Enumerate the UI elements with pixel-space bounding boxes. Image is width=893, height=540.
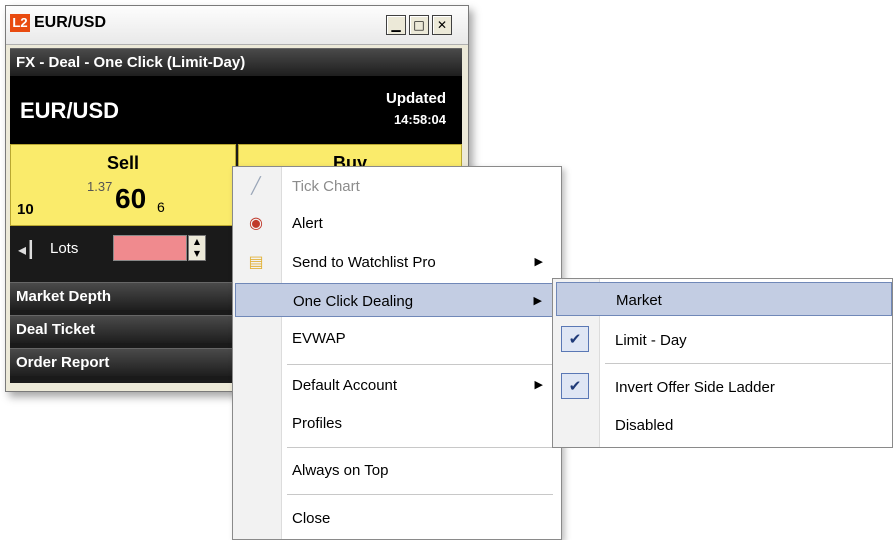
submenu-item-invert-offer-side-ladder[interactable]: ✔ Invert Offer Side Ladder — [556, 370, 892, 404]
submenu-separator — [605, 363, 891, 364]
menu-item-one-click-dealing[interactable]: One Click Dealing ▶ — [235, 283, 557, 317]
context-menu: ╱ Tick Chart ◉ Alert ▤ Send to Watchlist… — [232, 166, 562, 540]
chart-icon: ╱ — [251, 176, 261, 195]
menu-item-label: Tick Chart — [292, 178, 360, 195]
menu-separator — [287, 494, 553, 495]
menu-item-label: Default Account — [292, 377, 398, 394]
window-title: EUR/USD — [34, 14, 107, 31]
menu-item-label: Always on Top — [292, 462, 389, 479]
menu-item-profiles[interactable]: Profiles — [235, 406, 557, 440]
close-window-button[interactable]: ✕ — [432, 15, 452, 35]
maximize-button[interactable]: □ — [409, 15, 429, 35]
submenu-arrow-icon: ▶ — [533, 294, 542, 307]
stepper-down-icon[interactable]: ▼ — [189, 248, 205, 260]
lots-stepper[interactable]: ▲ ▼ — [188, 235, 206, 261]
submenu-item-label: Invert Offer Side Ladder — [615, 379, 775, 396]
menu-item-label: EVWAP — [292, 330, 346, 347]
minimize-button[interactable]: ▁ — [386, 15, 406, 35]
sell-label: Sell — [106, 153, 140, 173]
menu-item-label: Send to Watchlist Pro — [292, 254, 436, 271]
menu-item-send-to-watchlist[interactable]: ▤ Send to Watchlist Pro ▶ — [235, 245, 557, 279]
pair-header: EUR/USD Updated 14:58:04 — [10, 76, 462, 144]
lots-input[interactable] — [113, 235, 187, 261]
submenu-item-label: Market — [616, 292, 662, 309]
watchlist-icon: ▤ — [248, 252, 264, 271]
menu-item-always-on-top[interactable]: Always on Top — [235, 453, 557, 487]
menu-item-label: One Click Dealing — [293, 293, 414, 310]
sell-quantity: 10 — [17, 201, 34, 218]
submenu-arrow-icon: ▶ — [534, 378, 543, 391]
updated-time: 14:58:04 — [393, 112, 446, 127]
menu-item-evwap[interactable]: EVWAP — [235, 321, 557, 355]
submenu-item-disabled[interactable]: Disabled — [556, 408, 892, 442]
submenu-item-market[interactable]: Market — [556, 282, 892, 316]
submenu-item-label: Limit - Day — [615, 332, 687, 349]
pair-label: EUR/USD — [20, 98, 120, 123]
sell-price-big: 60 — [115, 183, 147, 214]
menu-separator — [287, 447, 553, 448]
checkmark-icon: ✔ — [561, 373, 589, 399]
menu-separator — [287, 364, 553, 365]
l2-logo: L2 — [10, 14, 30, 32]
sell-price-pip: 6 — [157, 199, 165, 215]
menu-item-default-account[interactable]: Default Account ▶ — [235, 368, 557, 402]
menu-item-label: Close — [292, 510, 331, 527]
submenu-item-limit-day[interactable]: ✔ Limit - Day — [556, 323, 892, 357]
lots-label: Lots — [50, 240, 79, 257]
sell-price-prefix: 1.37 — [87, 179, 113, 194]
one-click-dealing-submenu: Market ✔ Limit - Day ✔ Invert Offer Side… — [552, 278, 893, 448]
menu-item-tick-chart[interactable]: ╱ Tick Chart — [235, 169, 557, 203]
menu-item-label: Alert — [292, 215, 323, 232]
ladder-icon[interactable]: ◂┃ — [18, 240, 36, 259]
submenu-item-label: Disabled — [615, 417, 674, 434]
checkmark-icon: ✔ — [561, 326, 589, 352]
menu-item-close[interactable]: Close — [235, 501, 557, 535]
deal-header-bar[interactable]: FX - Deal - One Click (Limit-Day) — [10, 48, 462, 76]
updated-label: Updated — [386, 90, 446, 107]
menu-item-alert[interactable]: ◉ Alert — [235, 206, 557, 240]
stepper-up-icon[interactable]: ▲ — [189, 236, 205, 248]
alert-icon: ◉ — [249, 213, 263, 232]
menu-item-label: Profiles — [292, 415, 343, 432]
sell-button[interactable]: Sell 10 1.37 60 6 — [10, 144, 236, 226]
title-bar[interactable]: L2 EUR/USD ▁ □ ✕ — [6, 6, 468, 45]
submenu-arrow-icon: ▶ — [534, 255, 543, 268]
